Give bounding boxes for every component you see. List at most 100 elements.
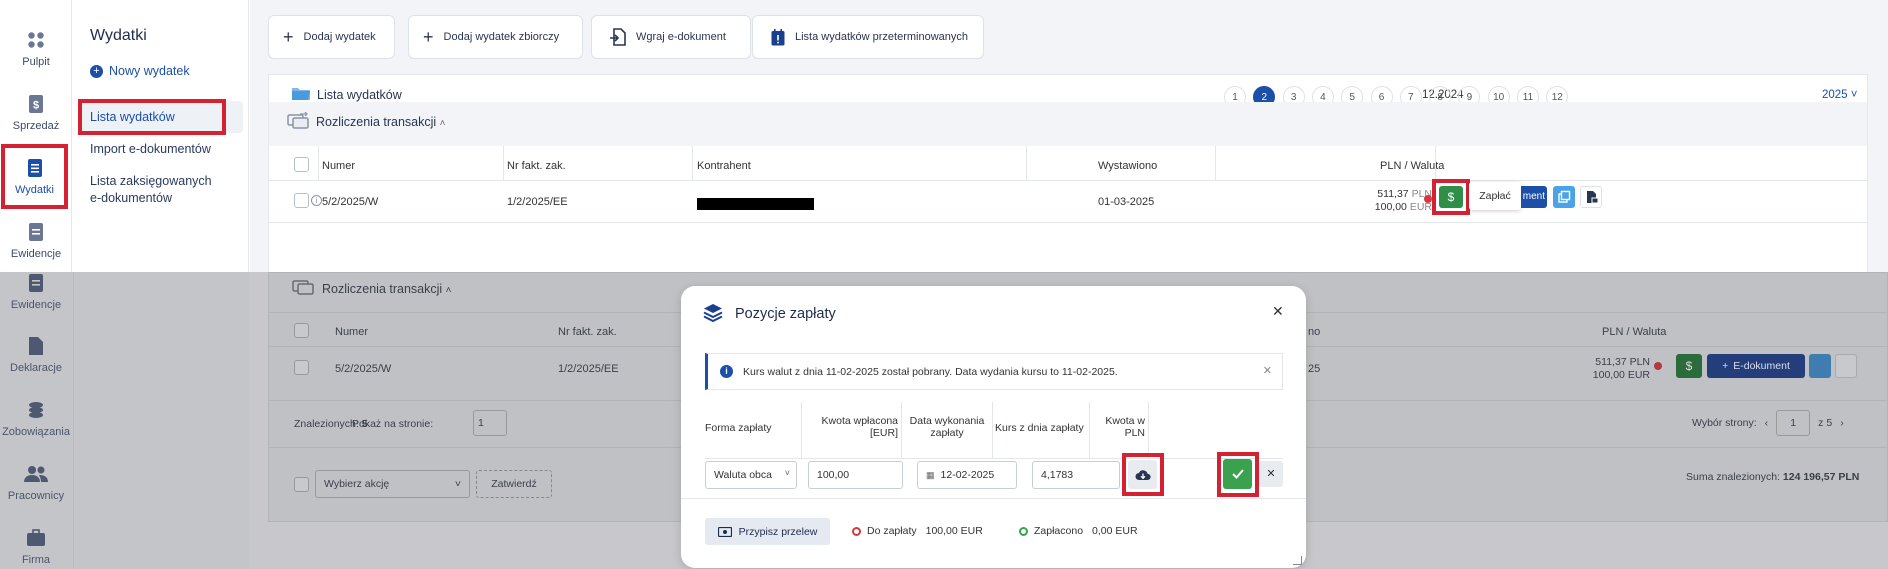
rate-input[interactable]: 4,1783 xyxy=(1032,461,1120,489)
rail-item-pracownicy[interactable]: Pracownicy xyxy=(0,462,72,502)
col-date: Data wykonania zapłaty xyxy=(903,415,991,439)
col-divider xyxy=(901,402,902,459)
copy-button[interactable] xyxy=(1809,354,1831,378)
date-input[interactable]: ▦ 12-02-2025 xyxy=(917,461,1017,489)
sum-found: Suma znalezionych: 124 196,57 PLN xyxy=(1686,471,1859,483)
rail-item-deklaracje[interactable]: Deklaracje xyxy=(0,334,72,374)
date-value: 12-02-2025 xyxy=(940,469,995,481)
col-divider xyxy=(1026,146,1027,181)
to-pay-value: 100,00 EUR xyxy=(925,525,983,537)
pdf-button[interactable] xyxy=(1835,354,1857,378)
year-select[interactable]: 2025 ˅ xyxy=(1822,89,1858,101)
col-number: Numer xyxy=(335,326,369,338)
col-divider xyxy=(992,402,993,459)
receipt-icon xyxy=(23,156,47,180)
assign-transfer-button[interactable]: Przypisz przelew xyxy=(705,518,830,545)
add-expense-button[interactable]: + Dodaj wydatek xyxy=(268,15,395,59)
row-issued: 25 xyxy=(1308,363,1321,375)
found-label: Znalezionych: xyxy=(294,418,359,430)
tooltip-label: Zapłać xyxy=(1479,190,1511,202)
section-title-dimmed[interactable]: Rozliczenia transakcji ˄ xyxy=(322,282,452,296)
section-title-label: Rozliczenia transakcji xyxy=(322,282,443,296)
status-dot xyxy=(1424,195,1432,203)
coins-icon xyxy=(24,398,48,422)
per-page-label: Pokaż na stronie: xyxy=(352,418,434,430)
paid-value: 0,00 EUR xyxy=(1092,525,1138,537)
resize-handle-icon[interactable] xyxy=(1293,556,1302,565)
rail-item-firma[interactable]: Firma xyxy=(0,526,72,566)
rail-item-ewidencje[interactable]: Ewidencje xyxy=(0,220,72,260)
page-input[interactable]: 1 xyxy=(1776,410,1811,436)
chevron-right-icon[interactable]: › xyxy=(1840,417,1844,429)
submenu-item-lista-wydatkow[interactable]: Lista wydatków xyxy=(78,99,226,135)
submenu-item-label: Lista zaksięgowanych xyxy=(90,174,212,188)
calendar-icon: ▦ xyxy=(926,469,935,480)
alert-close-icon[interactable]: ✕ xyxy=(1263,364,1272,377)
grid-icon xyxy=(24,28,48,52)
briefcase-icon xyxy=(24,526,48,550)
list-card: Lista wydatków 12.2024 1 2 3 4 5 6 7 8 9 10 11 12 2… xyxy=(268,74,1868,274)
amount-input[interactable]: 100,00 xyxy=(808,461,903,489)
info-alert: i Kurs walut z dnia 11-02-2025 został po… xyxy=(705,353,1283,390)
button-label: Dodaj wydatek zbiorczy xyxy=(443,31,560,43)
rail-label: Ewidencje xyxy=(10,248,62,260)
pay-button[interactable]: $ xyxy=(1439,186,1463,208)
copy-button[interactable] xyxy=(1553,186,1575,208)
upload-edocument-button[interactable]: Wgraj e-dokument xyxy=(591,15,751,59)
submenu-item-import[interactable]: Import e-dokumentów xyxy=(90,141,211,158)
remove-row-button[interactable]: ✕ xyxy=(1259,461,1283,487)
edocument-button[interactable]: ment xyxy=(1521,186,1547,208)
list-doc-icon xyxy=(24,271,48,295)
col-invoice: Nr fakt. zak. xyxy=(507,160,566,172)
rail-label: Pracownicy xyxy=(7,490,65,502)
pdf-button[interactable] xyxy=(1580,186,1602,208)
add-bulk-expense-button[interactable]: + Dodaj wydatek zbiorczy xyxy=(408,15,583,59)
select-all-checkbox[interactable] xyxy=(294,157,309,172)
row-checkbox[interactable] xyxy=(294,193,309,208)
confirm-row-button[interactable] xyxy=(1223,459,1252,489)
row-checkbox[interactable] xyxy=(294,360,309,375)
chevron-left-icon[interactable]: ‹ xyxy=(1765,417,1769,429)
button-label: Dodaj wydatek xyxy=(303,31,376,43)
confirm-button[interactable]: Zatwierdź xyxy=(476,470,552,498)
action-select[interactable]: Wybierz akcję ˅ xyxy=(315,470,470,498)
people-icon xyxy=(24,462,48,486)
new-expense-label: Nowy wydatek xyxy=(109,64,190,78)
rail-item-pulpit[interactable]: Pulpit xyxy=(0,28,72,68)
rail-item-sprzedaz[interactable]: $ Sprzedaż xyxy=(0,92,72,132)
fetch-rate-button[interactable] xyxy=(1128,460,1157,489)
col-divider xyxy=(318,146,319,181)
select-all-checkbox[interactable] xyxy=(294,323,309,338)
assign-transfer-label: Przypisz przelew xyxy=(738,525,818,538)
file-upload-icon xyxy=(610,28,626,46)
row-amount: 511,37 PLN 100,00 EUR xyxy=(1530,356,1650,382)
close-icon[interactable]: ✕ xyxy=(1272,303,1284,320)
rail-label: Ewidencje xyxy=(10,299,62,311)
row-number[interactable]: 5/2/2025/W xyxy=(335,363,391,375)
rail-label: Wydatki xyxy=(14,184,55,196)
overdue-expenses-button[interactable]: Lista wydatków przeterminowanych xyxy=(752,15,984,59)
submenu-item-label: e-dokumentów xyxy=(90,191,172,205)
per-page-input[interactable]: 1 xyxy=(473,410,507,436)
payment-form-select[interactable]: Waluta obca ˅ xyxy=(705,461,797,489)
file-pdf-icon xyxy=(1587,191,1599,204)
section-bar xyxy=(269,102,1867,146)
col-pln: Kwota w PLN xyxy=(1091,415,1145,439)
pay-button[interactable]: $ xyxy=(1676,354,1702,378)
submenu-item-zaksiegowane[interactable]: Lista zaksięgowanych e-dokumentów xyxy=(90,173,212,207)
section-title[interactable]: Rozliczenia transakcji ˄ xyxy=(316,115,446,129)
rail-item-wydatki[interactable]: Wydatki xyxy=(1,144,68,209)
col-amount-l1: Kwota wpłacona xyxy=(821,415,898,427)
bulk-checkbox[interactable] xyxy=(294,477,309,492)
info-icon[interactable]: i xyxy=(311,195,322,206)
new-expense-link[interactable]: + Nowy wydatek xyxy=(90,64,190,78)
edocument-button[interactable]: + E-dokument xyxy=(1707,354,1805,378)
plus-icon: + xyxy=(423,26,434,47)
list-doc-icon xyxy=(24,220,48,244)
transfer-icon xyxy=(287,112,309,130)
rail-item-ewidencje[interactable]: Ewidencje xyxy=(0,271,72,311)
amount-eur: 100,00 xyxy=(1374,201,1407,213)
nav-rail: Pulpit $ Sprzedaż Wydatki Ewidencje xyxy=(0,0,72,272)
row-number[interactable]: 5/2/2025/W xyxy=(322,196,378,208)
rail-item-zobowiazania[interactable]: Zobowiązania xyxy=(0,398,72,438)
